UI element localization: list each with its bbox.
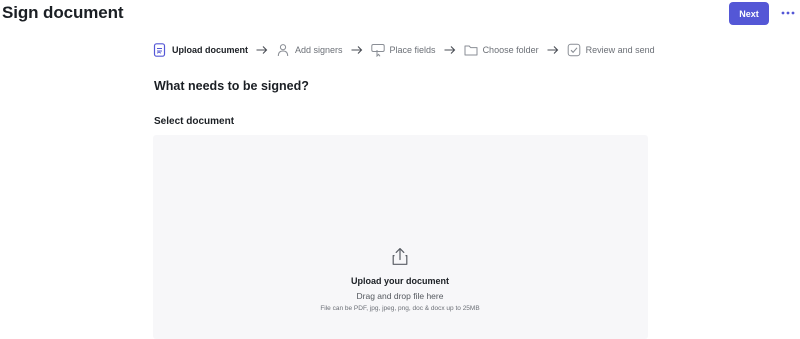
upload-hint: File can be PDF, jpg, jpeg, png, doc & d… <box>320 305 480 312</box>
step-upload-document[interactable]: Upload document <box>153 41 248 59</box>
step-choose-folder[interactable]: Choose folder <box>464 41 539 59</box>
step-label: Place fields <box>389 45 436 55</box>
arrow-right-icon <box>351 45 363 55</box>
step-progress: Upload document Add signers Place fields <box>153 41 655 59</box>
next-button[interactable]: Next <box>729 2 769 25</box>
field-icon <box>370 43 385 57</box>
more-horizontal-icon <box>781 11 795 15</box>
person-icon <box>276 43 290 57</box>
review-check-icon <box>567 43 581 57</box>
step-place-fields[interactable]: Place fields <box>370 41 436 59</box>
step-add-signers[interactable]: Add signers <box>276 41 343 59</box>
upload-subtitle: Drag and drop file here <box>356 291 444 301</box>
select-document-label: Select document <box>154 116 235 127</box>
section-heading: What needs to be signed? <box>154 79 309 93</box>
step-label: Upload document <box>172 45 248 55</box>
upload-title: Upload your document <box>350 276 449 286</box>
more-options-button[interactable] <box>776 4 800 22</box>
step-label: Add signers <box>295 45 343 55</box>
step-label: Choose folder <box>482 45 539 55</box>
step-label: Review and send <box>585 45 655 55</box>
arrow-right-icon <box>444 45 456 55</box>
arrow-right-icon <box>547 45 559 55</box>
folder-icon <box>464 43 478 57</box>
step-review-and-send[interactable]: Review and send <box>567 41 655 59</box>
upload-icon <box>391 247 409 266</box>
document-icon <box>153 43 167 57</box>
page-title: Sign document <box>2 3 124 22</box>
arrow-right-icon <box>256 45 268 55</box>
